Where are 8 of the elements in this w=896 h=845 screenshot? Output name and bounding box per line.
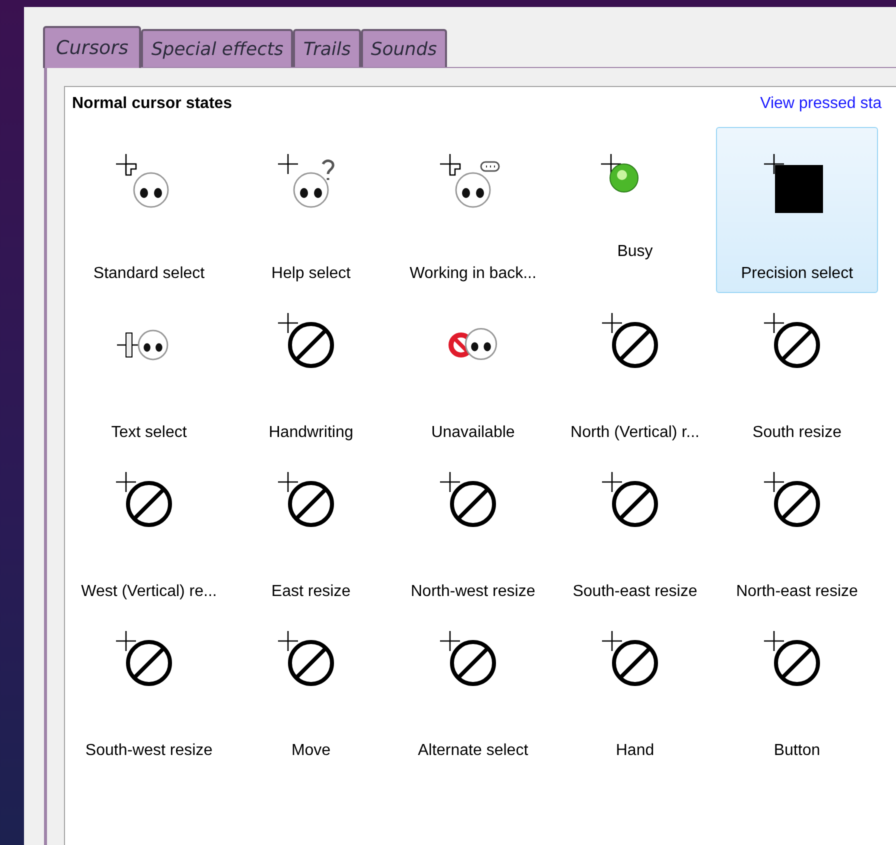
tab[interactable]: Trails [293,29,361,67]
orb-icon [600,154,638,193]
tab[interactable]: Special effects [141,29,294,67]
view-pressed-link[interactable]: View pressed sta [760,92,882,116]
tab[interactable]: Cursors [43,26,142,68]
tab[interactable]: Sounds [360,29,447,67]
cursor-tile[interactable]: Precision select [716,127,878,293]
section-title: Normal cursor states [72,94,232,114]
